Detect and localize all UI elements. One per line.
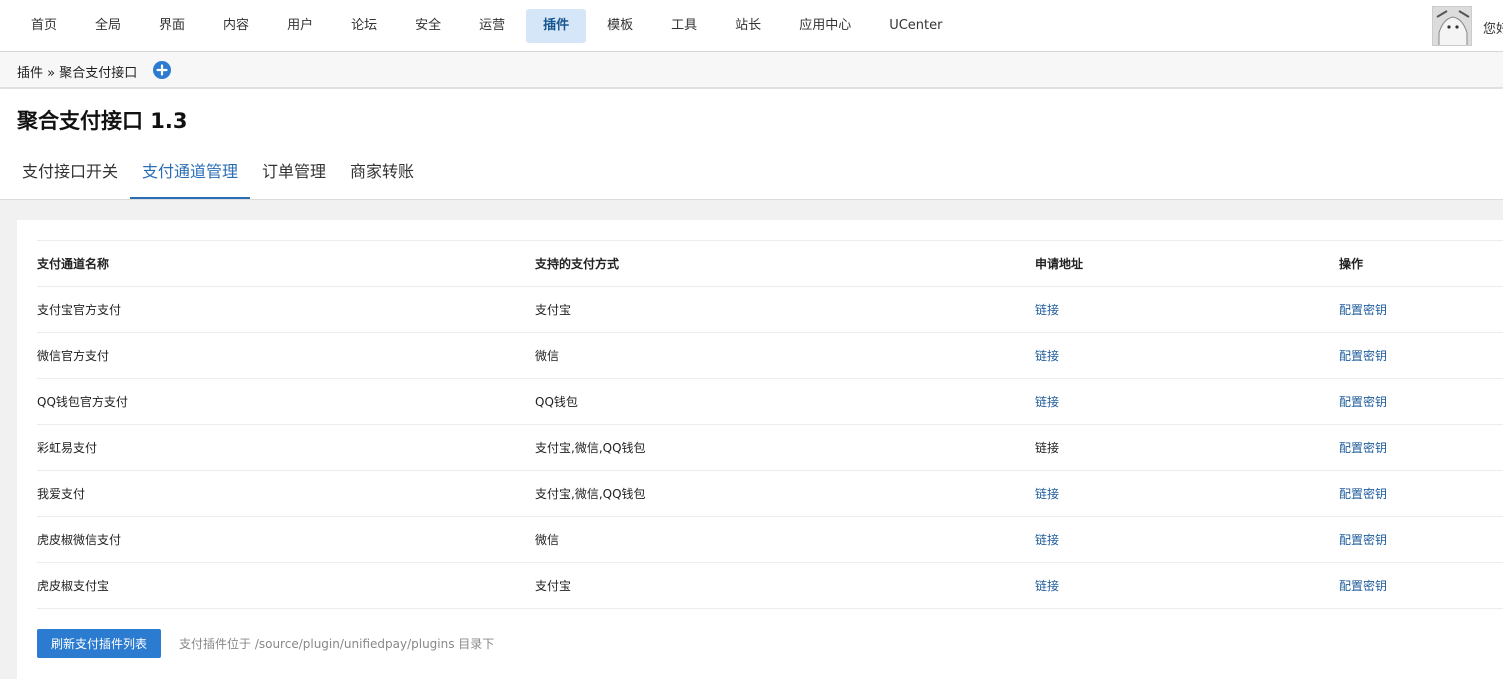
- channel-name-cell: 支付宝官方支付: [37, 303, 122, 317]
- plugin-tabs: 支付接口开关 支付通道管理 订单管理 商家转账: [10, 151, 426, 199]
- apply-url-cell: 链接: [1035, 333, 1339, 379]
- nav-item-5[interactable]: 论坛: [334, 9, 394, 43]
- nav-item-11[interactable]: 站长: [718, 9, 778, 43]
- configure-key-link[interactable]: 配置密钥: [1339, 441, 1387, 455]
- avatar-image-icon: [1433, 7, 1471, 45]
- apply-link: 链接: [1035, 441, 1060, 455]
- apply-url-cell: 链接: [1035, 517, 1339, 563]
- channel-name-cell: 虎皮椒支付宝: [37, 579, 110, 593]
- nav-item-6[interactable]: 安全: [398, 9, 458, 43]
- nav-item-13[interactable]: UCenter: [872, 9, 959, 43]
- nav-item-4[interactable]: 用户: [270, 9, 330, 43]
- apply-link[interactable]: 链接: [1035, 303, 1059, 317]
- apply-link[interactable]: 链接: [1035, 487, 1059, 501]
- nav-item-7[interactable]: 运营: [462, 9, 522, 43]
- channel-name-cell: QQ钱包官方支付: [37, 395, 128, 409]
- breadcrumb-bar: 插件 » 聚合支付接口: [0, 52, 1503, 88]
- column-header-actions: 操作: [1339, 257, 1364, 271]
- payment-methods-cell: 支付宝: [535, 303, 572, 317]
- nav-item-8[interactable]: 插件: [526, 9, 587, 43]
- apply-url-cell: 链接: [1035, 379, 1339, 425]
- apply-link[interactable]: 链接: [1035, 579, 1059, 593]
- actions-cell: 配置密钥: [1339, 517, 1503, 563]
- payment-methods-cell: 支付宝: [535, 579, 572, 593]
- payment-methods-cell: 微信: [535, 349, 560, 363]
- breadcrumb: 插件 » 聚合支付接口: [17, 66, 138, 81]
- table-row: 支付宝官方支付 支付宝 链接 配置密钥: [37, 286, 1503, 333]
- avatar[interactable]: [1432, 6, 1472, 46]
- tab-0[interactable]: 支付接口开关: [10, 151, 130, 199]
- apply-url-cell: 链接: [1035, 425, 1339, 471]
- configure-key-link[interactable]: 配置密钥: [1339, 533, 1387, 547]
- payment-methods-cell: QQ钱包: [535, 395, 578, 409]
- payment-methods-cell: 微信: [535, 533, 560, 547]
- payment-methods-cell: 支付宝,微信,QQ钱包: [535, 441, 646, 455]
- tab-1[interactable]: 支付通道管理: [130, 151, 251, 199]
- user-greeting: 您好: [1483, 22, 1503, 37]
- main-nav: 首页 全局 界面 内容 用户 论坛 安全 运营 插件 模板 工具 站长 应用中心 UCenter: [14, 9, 963, 43]
- actions-cell: 配置密钥: [1339, 471, 1503, 517]
- page-title: 聚合支付接口 1.3: [17, 109, 188, 133]
- channel-name-cell: 微信官方支付: [37, 349, 110, 363]
- table-row: 虎皮椒微信支付 微信 链接 配置密钥: [37, 516, 1503, 563]
- nav-item-1[interactable]: 全局: [78, 9, 138, 43]
- table-body: 支付宝官方支付 支付宝 链接 配置密钥 微信官方支付 微信 链接 配置密钥 QQ钱包官方支付 QQ…: [37, 286, 1503, 609]
- table-row: 虎皮椒支付宝 支付宝 链接 配置密钥: [37, 562, 1503, 609]
- table-header-row: 支付通道名称 支持的支付方式 申请地址 操作: [37, 240, 1503, 287]
- configure-key-link[interactable]: 配置密钥: [1339, 579, 1387, 593]
- apply-link[interactable]: 链接: [1035, 395, 1059, 409]
- nav-item-2[interactable]: 界面: [142, 9, 202, 43]
- nav-item-3[interactable]: 内容: [206, 9, 266, 43]
- add-shortcut-icon[interactable]: [153, 61, 171, 79]
- plugin-path-hint: 支付插件位于 /source/plugin/unifiedpay/plugins…: [179, 637, 495, 651]
- tab-3[interactable]: 商家转账: [338, 151, 426, 199]
- channel-management-panel: 支付通道名称 支持的支付方式 申请地址 操作 支付宝官方支付 支付宝 链接 配置密钥微…: [17, 220, 1503, 679]
- channel-name-cell: 彩虹易支付: [37, 441, 98, 455]
- plugin-header: 聚合支付接口 1.3 支付接口开关 支付通道管理 订单管理 商家转账: [0, 89, 1503, 200]
- configure-key-link[interactable]: 配置密钥: [1339, 349, 1387, 363]
- payment-methods-cell: 支付宝,微信,QQ钱包: [535, 487, 646, 501]
- nav-item-0[interactable]: 首页: [14, 9, 74, 43]
- table-row: 彩虹易支付 支付宝,微信,QQ钱包 链接 配置密钥: [37, 424, 1503, 471]
- configure-key-link[interactable]: 配置密钥: [1339, 395, 1387, 409]
- apply-url-cell: 链接: [1035, 563, 1339, 609]
- nav-item-9[interactable]: 模板: [590, 9, 650, 43]
- configure-key-link[interactable]: 配置密钥: [1339, 303, 1387, 317]
- table-row: QQ钱包官方支付 QQ钱包 链接 配置密钥: [37, 378, 1503, 425]
- actions-cell: 配置密钥: [1339, 425, 1503, 471]
- apply-url-cell: 链接: [1035, 287, 1339, 333]
- apply-link[interactable]: 链接: [1035, 349, 1059, 363]
- top-navigation-bar: 首页 全局 界面 内容 用户 论坛 安全 运营 插件 模板 工具 站长 应用中心 UCenter 您好: [0, 0, 1503, 52]
- column-header-methods: 支持的支付方式: [535, 257, 620, 271]
- nav-item-10[interactable]: 工具: [654, 9, 714, 43]
- table-row: 我爱支付 支付宝,微信,QQ钱包 链接 配置密钥: [37, 470, 1503, 517]
- table-row: 微信官方支付 微信 链接 配置密钥: [37, 332, 1503, 379]
- apply-url-cell: 链接: [1035, 471, 1339, 517]
- column-header-channel-name: 支付通道名称: [37, 257, 110, 271]
- channel-name-cell: 虎皮椒微信支付: [37, 533, 122, 547]
- tab-2[interactable]: 订单管理: [250, 151, 338, 199]
- nav-item-12[interactable]: 应用中心: [782, 9, 868, 43]
- column-header-apply-url: 申请地址: [1035, 257, 1084, 271]
- actions-cell: 配置密钥: [1339, 379, 1503, 425]
- channel-name-cell: 我爱支付: [37, 487, 86, 501]
- refresh-plugin-list-button[interactable]: 刷新支付插件列表: [37, 629, 161, 658]
- actions-cell: 配置密钥: [1339, 563, 1503, 609]
- configure-key-link[interactable]: 配置密钥: [1339, 487, 1387, 501]
- payment-channel-table: 支付通道名称 支持的支付方式 申请地址 操作 支付宝官方支付 支付宝 链接 配置密钥微…: [37, 240, 1503, 609]
- actions-cell: 配置密钥: [1339, 287, 1503, 333]
- actions-cell: 配置密钥: [1339, 333, 1503, 379]
- apply-link[interactable]: 链接: [1035, 533, 1059, 547]
